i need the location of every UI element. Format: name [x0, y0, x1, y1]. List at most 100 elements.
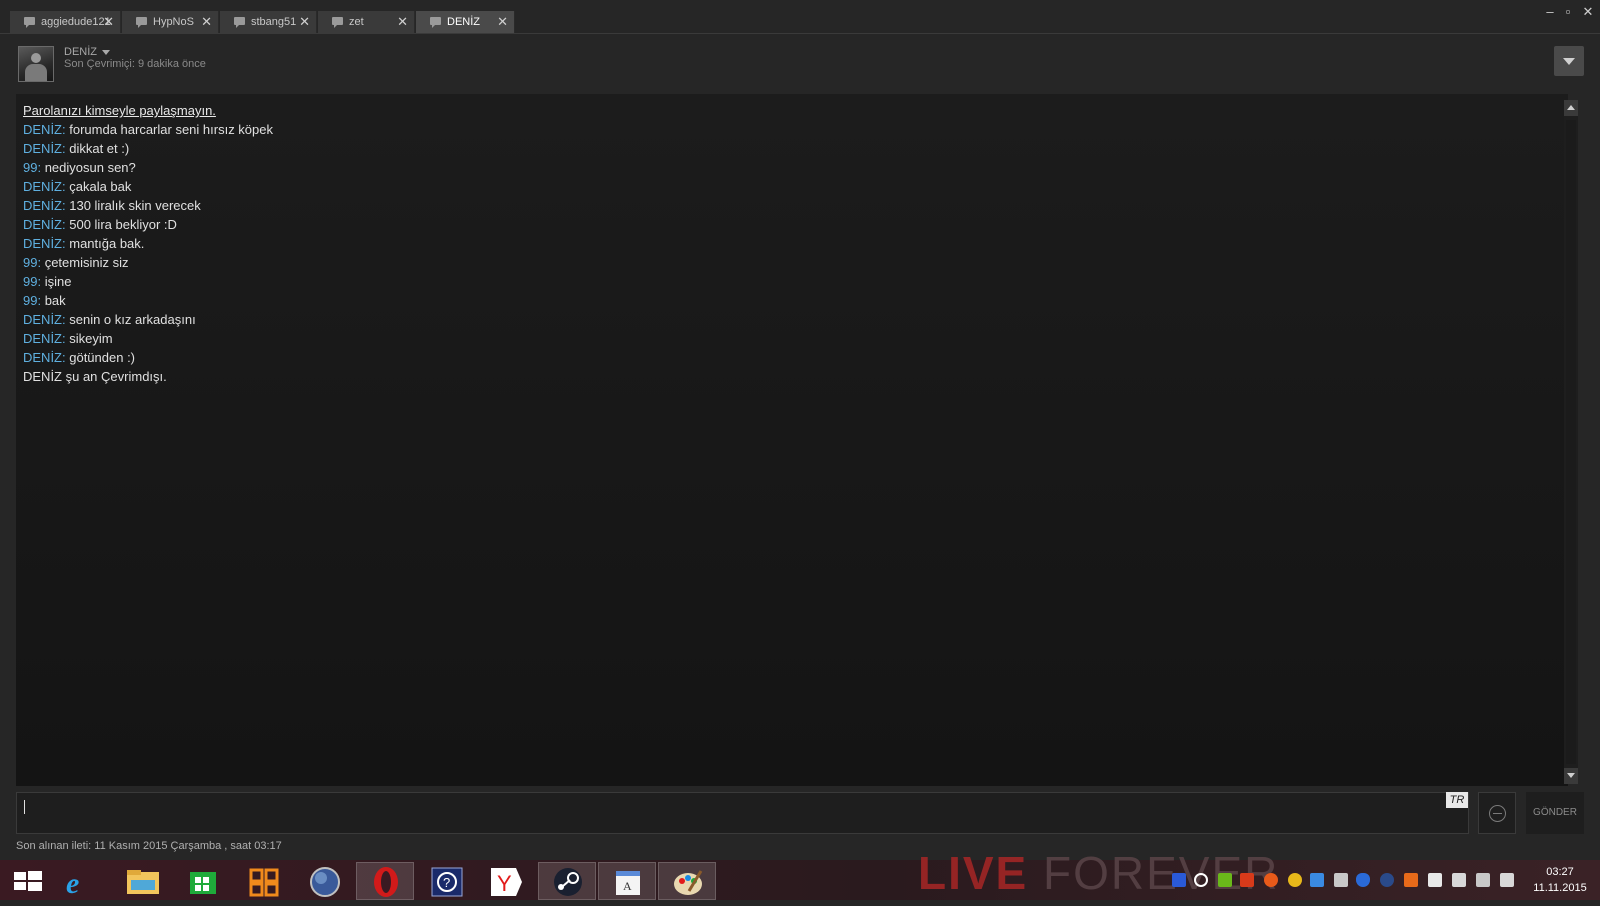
- message-input[interactable]: [16, 792, 1469, 834]
- tab-deniz[interactable]: DENİZ ✕: [416, 11, 515, 33]
- scroll-track[interactable]: [1566, 120, 1576, 764]
- g-hub-icon[interactable]: [1194, 873, 1208, 887]
- bluetooth-icon[interactable]: [1172, 873, 1186, 887]
- chevron-down-icon: [1563, 58, 1575, 65]
- file-explorer-icon: [127, 870, 159, 894]
- tab-zet[interactable]: zet ✕: [318, 11, 415, 33]
- message-text: mantığa bak.: [65, 236, 145, 251]
- speaker-mute-icon[interactable]: [1240, 873, 1254, 887]
- message-sender: DENİZ:: [23, 331, 66, 346]
- message-sender: DENİZ:: [23, 236, 66, 251]
- close-icon[interactable]: ✕: [201, 11, 212, 33]
- store-icon: [190, 872, 216, 894]
- chevron-down-icon[interactable]: [102, 50, 110, 55]
- send-button[interactable]: GÖNDER: [1526, 792, 1584, 834]
- message-sender: DENİZ:: [23, 217, 66, 232]
- message-text: bak: [41, 293, 66, 308]
- close-icon[interactable]: ✕: [397, 11, 408, 33]
- paint-taskbar-item[interactable]: [658, 862, 716, 900]
- tab-stbang51[interactable]: stbang51 ✕: [220, 11, 317, 33]
- chat-message: DENİZ: senin o kız arkadaşını: [23, 310, 273, 329]
- message-text: çakala bak: [65, 179, 132, 194]
- language-badge: TR: [1446, 792, 1468, 808]
- internet-explorer-taskbar-item[interactable]: e: [52, 862, 110, 900]
- message-sender: 99:: [23, 160, 42, 175]
- yandex-browser-taskbar-item[interactable]: Y: [478, 862, 536, 900]
- close-icon[interactable]: ✕: [497, 11, 508, 33]
- scroll-up-arrow-icon[interactable]: [1564, 100, 1578, 116]
- message-text: nediyosun sen?: [41, 160, 136, 175]
- friend-header: DENİZ Son Çevrimiçi: 9 dakika önce: [16, 44, 1584, 88]
- action-center-flag-icon[interactable]: [1428, 873, 1442, 887]
- people-icon[interactable]: [1334, 873, 1348, 887]
- tab-label: HypNoS: [153, 16, 194, 28]
- svg-text:e: e: [66, 867, 79, 900]
- chat-bubble-icon: [24, 17, 35, 28]
- network-icon[interactable]: [1476, 873, 1490, 887]
- chat-tab-bar: aggiedude121 ✕ HypNoS ✕ stbang51 ✕ zet ✕…: [0, 0, 1600, 34]
- message-text: dikkat et :): [65, 141, 130, 156]
- clock-date: 11.11.2015: [1533, 882, 1587, 894]
- svg-text:Y: Y: [497, 871, 512, 896]
- chat-scrollbar[interactable]: [1564, 100, 1578, 784]
- steam-tray-icon[interactable]: [1380, 873, 1394, 887]
- yandex-browser-icon: Y: [491, 868, 522, 896]
- tab-label: DENİZ: [447, 16, 480, 28]
- emoticon-button[interactable]: [1478, 792, 1516, 834]
- chat-message: DENİZ: götünden :): [23, 348, 273, 367]
- file-explorer-taskbar-item[interactable]: [114, 862, 172, 900]
- chat-options-button[interactable]: [1554, 46, 1584, 76]
- message-sender: DENİZ:: [23, 198, 66, 213]
- chat-message: DENİZ: dikkat et :): [23, 139, 273, 158]
- chat-message: DENİZ: mantığa bak.: [23, 234, 273, 253]
- globe-taskbar-item[interactable]: [296, 862, 354, 900]
- store-taskbar-item[interactable]: [174, 862, 232, 900]
- svg-text:?: ?: [443, 875, 450, 890]
- close-icon[interactable]: ✕: [299, 11, 310, 33]
- nvidia-icon[interactable]: [1218, 873, 1232, 887]
- document-viewer-icon: A: [616, 871, 640, 895]
- windows-start-button[interactable]: [0, 862, 58, 900]
- chat-message: DENİZ: sikeyim: [23, 329, 273, 348]
- avatar[interactable]: [18, 46, 54, 82]
- chat-message: 99: bak: [23, 291, 273, 310]
- device-icon[interactable]: [1452, 873, 1466, 887]
- help-taskbar-item[interactable]: ?: [418, 862, 476, 900]
- taskbar-clock[interactable]: 03:27 11.11.2015: [1528, 864, 1592, 896]
- scroll-down-arrow-icon[interactable]: [1564, 768, 1578, 784]
- opera-icon: [374, 867, 398, 897]
- message-text: işine: [41, 274, 72, 289]
- message-text: çetemisiniz siz: [41, 255, 129, 270]
- close-button[interactable]: ✕: [1580, 4, 1596, 20]
- close-icon[interactable]: ✕: [103, 11, 114, 33]
- tab-aggiedude121[interactable]: aggiedude121 ✕: [10, 11, 121, 33]
- help-icon: ?: [431, 867, 463, 897]
- last-received-timestamp: Son alınan ileti: 11 Kasım 2015 Çarşamba…: [16, 840, 282, 852]
- volume-icon[interactable]: [1500, 873, 1514, 887]
- friend-name[interactable]: DENİZ: [64, 46, 97, 58]
- message-sender: 99:: [23, 255, 42, 270]
- office-taskbar-item[interactable]: [236, 862, 294, 900]
- tab-hypnos[interactable]: HypNoS ✕: [122, 11, 219, 33]
- message-sender: 99:: [23, 274, 42, 289]
- message-text: götünden :): [65, 350, 136, 365]
- emoticon-icon: [1489, 805, 1506, 822]
- shield-icon[interactable]: [1356, 873, 1370, 887]
- message-text: senin o kız arkadaşını: [65, 312, 196, 327]
- chrome-icon[interactable]: [1288, 873, 1302, 887]
- document-viewer-taskbar-item[interactable]: A: [598, 862, 656, 900]
- minimize-button[interactable]: –: [1542, 4, 1558, 20]
- chat-message: DENİZ: çakala bak: [23, 177, 273, 196]
- message-text: 130 liralık skin verecek: [65, 198, 201, 213]
- steam-taskbar-item[interactable]: [538, 862, 596, 900]
- restore-button[interactable]: ▫: [1560, 4, 1576, 20]
- password-warning[interactable]: Parolanızı kimseyle paylaşmayın.: [23, 101, 273, 120]
- svg-text:A: A: [623, 879, 632, 893]
- network-monitor-icon[interactable]: [1310, 873, 1324, 887]
- utility-icon[interactable]: [1404, 873, 1418, 887]
- opera-taskbar-item[interactable]: [356, 862, 414, 900]
- antivirus-icon[interactable]: [1264, 873, 1278, 887]
- message-sender: DENİZ:: [23, 179, 66, 194]
- chat-message: DENİZ: forumda harcarlar seni hırsız köp…: [23, 120, 273, 139]
- message-sender: DENİZ:: [23, 312, 66, 327]
